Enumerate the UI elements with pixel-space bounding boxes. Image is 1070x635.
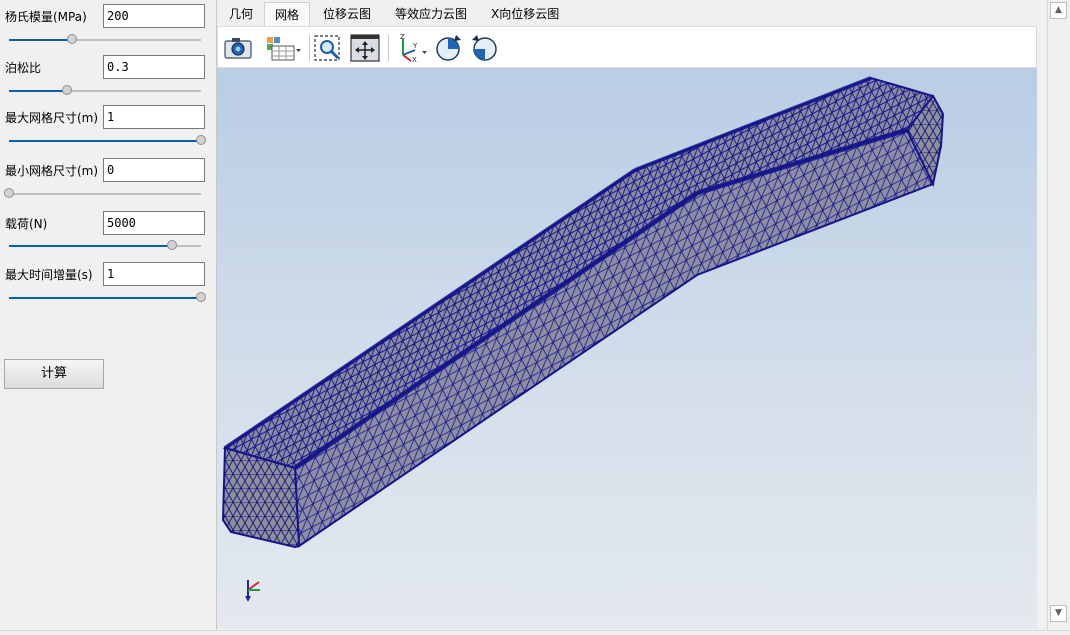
slider-thumb[interactable]	[167, 240, 178, 250]
display-mode-dropdown-icon[interactable]	[264, 33, 304, 63]
max-mesh-size-slider[interactable]	[9, 135, 206, 145]
tab-x-displacement-contour[interactable]: X向位移云图	[481, 2, 569, 26]
poisson-ratio-label: 泊松比	[5, 61, 42, 75]
max-time-increment-label: 最大时间增量(s)	[5, 268, 93, 282]
mesh-viewport[interactable]	[217, 68, 1037, 629]
scroll-up-arrow-icon[interactable]: ▲	[1050, 2, 1067, 19]
min-mesh-size-slider[interactable]	[4, 188, 201, 198]
tab-displacement-contour[interactable]: 位移云图	[313, 2, 381, 26]
tab-equivalent-stress-contour[interactable]: 等效应力云图	[385, 2, 477, 26]
slider-fill	[9, 245, 173, 247]
max-time-increment-input[interactable]: 1	[103, 262, 205, 286]
max-mesh-size-input[interactable]: 1	[103, 105, 205, 129]
slider-thumb[interactable]	[67, 34, 78, 44]
toolbar-separator	[388, 35, 389, 61]
camera-icon[interactable]	[223, 33, 253, 63]
vertical-scrollbar[interactable]: ▲ ▼	[1047, 0, 1070, 630]
slider-fill	[9, 90, 67, 92]
slider-thumb[interactable]	[196, 135, 206, 145]
mesh-model	[221, 76, 945, 602]
view-toolbar: Z Y X	[217, 26, 1037, 68]
youngs-modulus-input[interactable]: 200	[103, 4, 205, 28]
slider-thumb[interactable]	[196, 292, 206, 302]
min-mesh-size-input[interactable]: 0	[103, 158, 205, 182]
tab-bar: 几何 网格 位移云图 等效应力云图 X向位移云图	[217, 0, 1047, 27]
orientation-axes-icon	[245, 580, 260, 602]
min-mesh-size-label: 最小网格尺寸(m)	[5, 164, 99, 178]
zoom-window-icon[interactable]	[313, 33, 343, 63]
svg-text:X: X	[412, 56, 417, 63]
youngs-modulus-label: 杨氏模量(MPa)	[5, 10, 87, 24]
slider-fill	[9, 39, 73, 41]
load-slider[interactable]	[9, 240, 201, 250]
calculate-button[interactable]: 计算	[4, 359, 104, 389]
tab-geometry[interactable]: 几何	[219, 2, 263, 26]
poisson-ratio-input[interactable]: 0.3	[103, 55, 205, 79]
rotate-counterclockwise-icon[interactable]	[470, 33, 500, 63]
slider-fill	[9, 140, 201, 142]
axis-view-dropdown-icon[interactable]: Z Y X	[395, 33, 431, 64]
toolbar-separator	[309, 35, 310, 61]
load-label: 载荷(N)	[5, 217, 48, 231]
window-bottom-border	[0, 630, 1070, 635]
slider-thumb[interactable]	[61, 85, 72, 95]
max-mesh-size-label: 最大网格尺寸(m)	[5, 111, 99, 125]
youngs-modulus-slider[interactable]	[9, 34, 201, 44]
svg-text:Z: Z	[400, 33, 405, 41]
parameter-panel: 杨氏模量(MPa) 200 泊松比 0.3 最大网格尺寸(m) 1 最小网格尺寸…	[0, 0, 214, 634]
svg-text:Y: Y	[412, 42, 418, 50]
pan-icon[interactable]	[350, 33, 380, 63]
slider-fill	[9, 297, 201, 299]
poisson-ratio-slider[interactable]	[9, 85, 201, 95]
scroll-down-arrow-icon[interactable]: ▼	[1050, 605, 1067, 622]
load-input[interactable]: 5000	[103, 211, 205, 235]
slider-thumb[interactable]	[4, 188, 14, 198]
max-time-increment-slider[interactable]	[9, 292, 206, 302]
rotate-clockwise-icon[interactable]	[433, 33, 463, 63]
tab-mesh[interactable]: 网格	[264, 2, 311, 27]
